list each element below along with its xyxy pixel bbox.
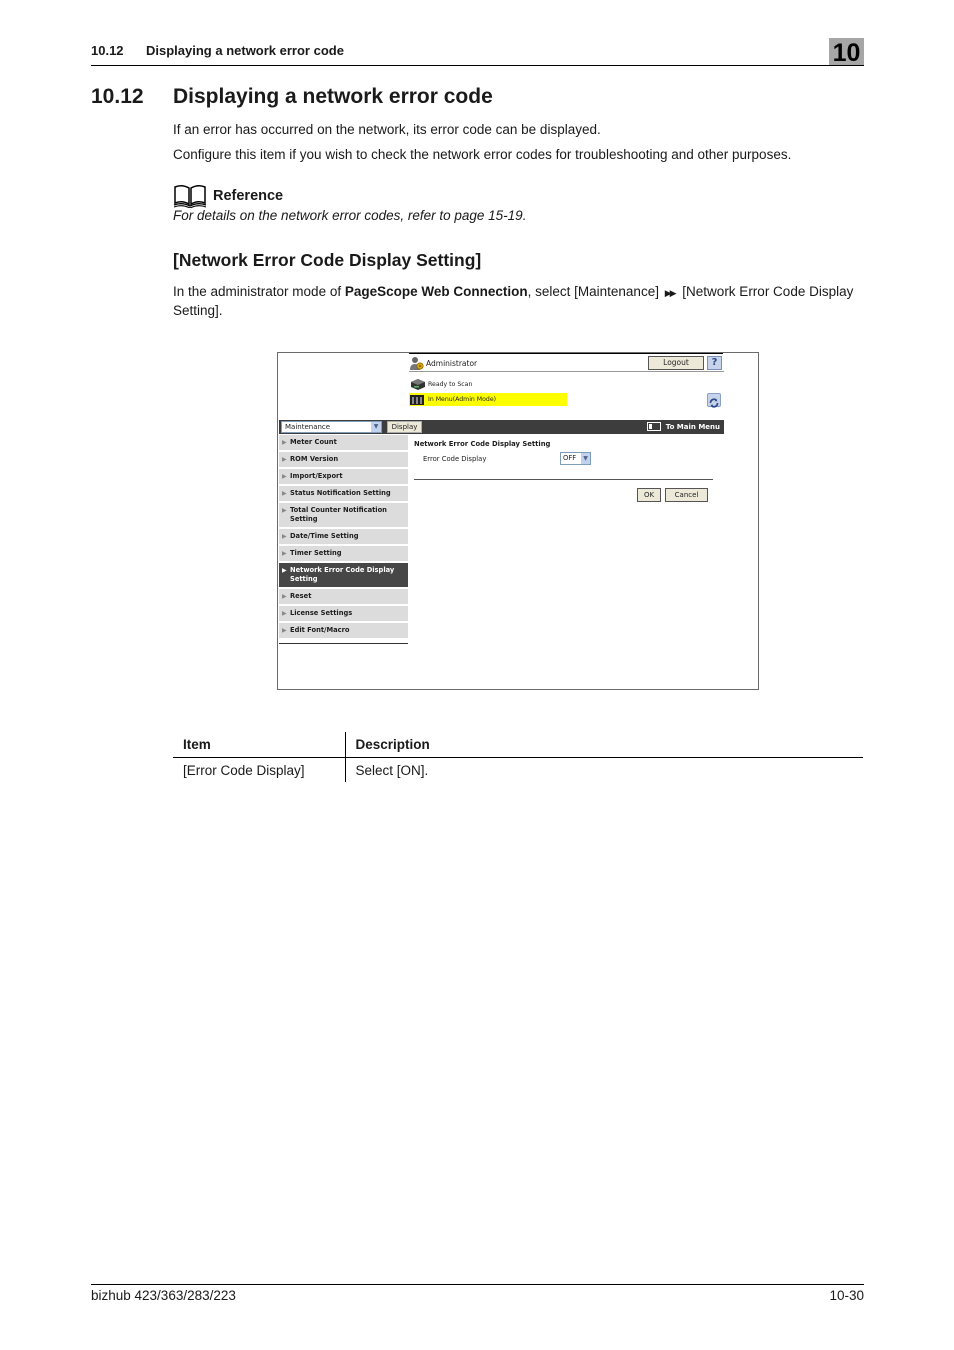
status-ready-text: Ready to Scan — [428, 381, 473, 388]
error-code-display-value: OFF — [563, 454, 577, 462]
main-menu-label: To Main Menu — [665, 422, 720, 431]
menu-item-label: License Settings — [290, 609, 353, 617]
admin-row: Administrator Logout ? — [409, 356, 724, 372]
running-header-text: Displaying a network error code — [146, 43, 344, 58]
menu-item-label: Total Counter Notification Setting — [290, 506, 387, 523]
section-number: 10.12 — [91, 85, 144, 108]
printer-icon — [410, 395, 424, 405]
display-button[interactable]: Display — [387, 421, 422, 433]
menu-item-rom-version[interactable]: ▶ ROM Version — [279, 452, 408, 469]
intro-paragraph-1: If an error has occurred on the network,… — [173, 122, 601, 137]
footer-product: bizhub 423/363/283/223 — [91, 1288, 236, 1303]
menu-item-import-export[interactable]: ▶ Import/Export — [279, 469, 408, 486]
menu-item-license-settings[interactable]: ▶ License Settings — [279, 606, 408, 623]
running-header-number: 10.12 — [91, 43, 124, 58]
section-title: 10.12 Displaying a network error code — [91, 85, 493, 109]
instruction-middle: , select [Maintenance] — [527, 284, 663, 299]
to-main-menu-link[interactable]: To Main Menu — [646, 422, 720, 431]
status-menu-row: In Menu(Admin Mode) — [409, 393, 567, 406]
app-name: PageScope Web Connection — [344, 284, 528, 299]
cancel-button[interactable]: Cancel — [665, 488, 708, 502]
administrator-icon — [410, 357, 424, 370]
table-header-row: Item Description — [173, 732, 863, 758]
menu-item-status-notification[interactable]: ▶ Status Notification Setting — [279, 486, 408, 503]
triangle-right-icon: ▶ — [282, 507, 287, 514]
triangle-right-icon: ▶ — [282, 473, 287, 480]
reference-text: For details on the network error codes, … — [173, 208, 527, 223]
content-rule — [414, 479, 713, 480]
menu-category-select[interactable]: Maintenance ▼ — [281, 421, 382, 433]
side-menu: ▶ Meter Count ▶ ROM Version ▶ Import/Export… — [279, 435, 408, 640]
menu-item-label: Timer Setting — [290, 549, 342, 557]
main-menu-icon — [646, 422, 661, 431]
menu-item-label: Date/Time Setting — [290, 532, 359, 540]
menu-item-date-time[interactable]: ▶ Date/Time Setting — [279, 529, 408, 546]
refresh-button[interactable] — [707, 393, 721, 408]
running-footer: bizhub 423/363/283/223 10-30 — [91, 1284, 864, 1304]
menu-item-label: Network Error Code Display Setting — [290, 566, 395, 583]
header-item: Item — [173, 732, 346, 758]
triangle-right-icon: ▶ — [282, 490, 287, 497]
running-header: 10.12 Displaying a network error code 10 — [91, 38, 864, 67]
triangle-right-icon: ▶ — [282, 593, 287, 600]
footer-page-number: 10-30 — [829, 1288, 864, 1303]
chevron-down-icon: ▼ — [371, 422, 381, 432]
menu-item-reset[interactable]: ▶ Reset — [279, 589, 408, 606]
ok-button[interactable]: OK — [637, 488, 661, 502]
chevron-down-icon: ▼ — [581, 453, 590, 464]
section-title-text: Displaying a network error code — [173, 85, 493, 108]
web-connection-screenshot: Administrator Logout ? Ready to Scan In … — [277, 352, 759, 690]
menu-item-label: Import/Export — [290, 472, 343, 480]
menu-item-label: Edit Font/Macro — [290, 626, 350, 634]
content-title: Network Error Code Display Setting — [414, 440, 551, 448]
menu-item-edit-font-macro[interactable]: ▶ Edit Font/Macro — [279, 623, 408, 640]
menu-item-label: Status Notification Setting — [290, 489, 391, 497]
triangle-right-icon: ▶ — [282, 567, 287, 574]
menu-item-label: ROM Version — [290, 455, 339, 463]
triangle-right-icon: ▶ — [282, 627, 287, 634]
reference-label: Reference — [213, 188, 284, 204]
chapter-badge: 10 — [829, 38, 864, 67]
reference-heading: Reference — [173, 184, 526, 208]
side-menu-rule — [279, 643, 408, 644]
triangle-right-icon: ▶ — [282, 456, 287, 463]
intro-paragraph-2: Configure this item if you wish to check… — [173, 147, 792, 162]
menu-item-meter-count[interactable]: ▶ Meter Count — [279, 435, 408, 452]
refresh-icon — [709, 398, 719, 408]
status-menu-text: In Menu(Admin Mode) — [428, 396, 497, 403]
settings-table: Item Description [Error Code Display] Se… — [173, 732, 863, 782]
menu-item-label: Reset — [290, 592, 312, 600]
nav-bar: Maintenance ▼ Display To Main Menu — [279, 420, 724, 434]
instruction-prefix: In the administrator mode of — [173, 284, 345, 299]
error-code-display-select[interactable]: OFF ▼ — [560, 452, 591, 465]
triangle-right-icon: ▶ — [282, 533, 287, 540]
book-icon — [173, 184, 207, 208]
cell-description: Select [ON]. — [355, 762, 429, 778]
subsection-title: [Network Error Code Display Setting] — [173, 250, 482, 270]
menu-item-label: Meter Count — [290, 438, 337, 446]
cell-item: [Error Code Display] — [173, 757, 346, 782]
triangle-right-icon: ▶ — [282, 550, 287, 557]
menu-item-total-counter-notification[interactable]: ▶ Total Counter Notification Setting — [279, 503, 408, 529]
double-arrow-icon: ▶▶ — [664, 288, 677, 298]
table-row: [Error Code Display] Select [ON]. — [173, 757, 863, 782]
header-rule — [409, 353, 723, 354]
header-description: Description — [345, 732, 863, 758]
menu-item-timer-setting[interactable]: ▶ Timer Setting — [279, 546, 408, 563]
error-code-display-label: Error Code Display — [423, 455, 487, 463]
menu-category-value: Maintenance — [285, 423, 331, 431]
running-header-title: 10.12 Displaying a network error code — [91, 43, 344, 58]
scanner-icon — [411, 379, 425, 390]
instruction-text: In the administrator mode of PageScope W… — [173, 283, 863, 319]
logout-button[interactable]: Logout — [648, 356, 704, 370]
user-label: Administrator — [426, 359, 478, 368]
menu-item-network-error-code[interactable]: ▶ Network Error Code Display Setting — [279, 563, 408, 589]
triangle-right-icon: ▶ — [282, 610, 287, 617]
help-button[interactable]: ? — [707, 356, 722, 370]
reference-block: Reference For details on the network err… — [173, 184, 526, 223]
triangle-right-icon: ▶ — [282, 439, 287, 446]
